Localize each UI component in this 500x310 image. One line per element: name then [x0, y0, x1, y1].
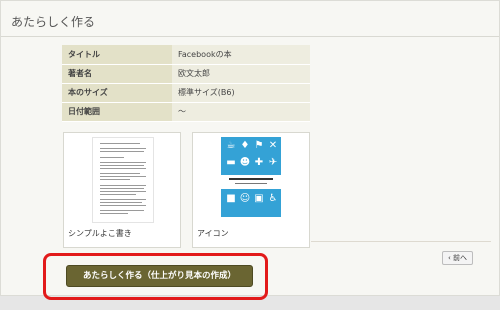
prev-button-label: 前へ: [453, 254, 468, 262]
cover-title-band: [221, 175, 281, 189]
wheelchair-icon: ♿: [268, 193, 278, 204]
table-row: 著者名 欧文太郎: [62, 64, 310, 84]
cross-icon: ✚: [254, 157, 264, 168]
template-card-simple[interactable]: シンプルよこ書き: [63, 132, 181, 248]
table-row: 本のサイズ 標準サイズ(B6): [62, 83, 310, 103]
wine-icon: ♦: [240, 140, 250, 151]
page-title: あたらしく作る: [1, 1, 499, 37]
create-panel: あたらしく作る タイトル Facebookの本 著者名 欧文太郎 本のサイズ 標…: [0, 0, 500, 300]
title-value: Facebookの本: [172, 45, 310, 65]
table-row: タイトル Facebookの本: [62, 45, 310, 65]
person-icon: ☻: [239, 157, 251, 168]
divider: [311, 241, 491, 242]
book-info-table: タイトル Facebookの本 著者名 欧文太郎 本のサイズ 標準サイズ(B6)…: [62, 45, 310, 122]
date-range-label: 日付範囲: [62, 102, 172, 122]
cup-icon: ☕: [226, 140, 236, 151]
author-value: 欧文太郎: [172, 64, 310, 84]
template-card-icon[interactable]: ☕ ♦ ⚑ ✕ ▬ ☻ ✚ ✈ ■ ☺ ▣ ♿ アイコン: [192, 132, 310, 248]
author-label: 著者名: [62, 64, 172, 84]
bus-icon: ▣: [254, 193, 264, 204]
date-range-value: ～: [172, 102, 310, 122]
bed-icon: ▬: [226, 157, 236, 168]
icon-template-label: アイコン: [197, 229, 229, 238]
person-icon: ☺: [239, 193, 251, 204]
taxi-icon: ■: [226, 193, 236, 204]
title-label: タイトル: [62, 45, 172, 65]
chevron-left-icon: ‹: [447, 254, 451, 262]
cutlery-icon: ✕: [268, 140, 278, 151]
simple-template-thumbnail: [92, 137, 154, 223]
create-preview-button[interactable]: あたらしく作る（仕上がり見本の作成）: [66, 265, 253, 287]
simple-template-label: シンプルよこ書き: [68, 229, 132, 238]
book-size-value: 標準サイズ(B6): [172, 83, 310, 103]
flag-icon: ⚑: [254, 140, 264, 151]
prev-button[interactable]: ‹ 前へ: [442, 251, 473, 265]
icon-template-thumbnail: ☕ ♦ ⚑ ✕ ▬ ☻ ✚ ✈ ■ ☺ ▣ ♿: [221, 137, 281, 217]
plane-icon: ✈: [268, 157, 278, 168]
book-size-label: 本のサイズ: [62, 83, 172, 103]
table-row: 日付範囲 ～: [62, 102, 310, 122]
